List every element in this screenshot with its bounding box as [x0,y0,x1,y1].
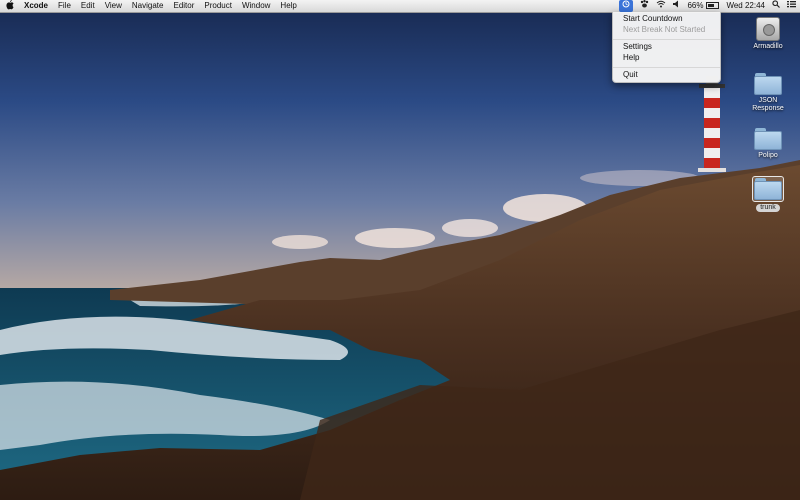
menu-file[interactable]: File [58,0,71,14]
app-menu[interactable]: Xcode [24,0,48,14]
start-countdown-item[interactable]: Start Countdown [623,14,683,23]
desktop-icon-json-response[interactable]: JSON Response [738,73,798,113]
menu-window[interactable]: Window [242,0,270,14]
menu-editor[interactable]: Editor [173,0,194,14]
volume-icon[interactable] [673,0,680,12]
settings-item[interactable]: Settings [623,42,652,51]
menu-separator [613,39,720,40]
menu-view[interactable]: View [105,0,122,14]
next-break-status: Next Break Not Started [623,25,706,34]
menu-separator [613,67,720,68]
clock[interactable]: Wed 22:44 [726,0,765,12]
menu-edit[interactable]: Edit [81,0,95,14]
selection-highlight [752,176,784,202]
quit-item[interactable]: Quit [623,70,638,79]
help-item[interactable]: Help [623,53,639,62]
notification-center-icon[interactable] [787,0,796,12]
timer-icon[interactable] [619,0,634,12]
folder-icon [754,178,782,200]
menu-navigate[interactable]: Navigate [132,0,164,14]
desktop-icon-armadillo[interactable]: Armadillo [738,17,798,51]
apple-menu-icon[interactable] [6,0,14,14]
wifi-icon[interactable] [656,0,666,12]
desktop-icon-label: Polipo [758,152,778,159]
desktop-icon-trunk[interactable]: trunk [738,176,798,212]
folder-icon [754,73,782,95]
menu-help[interactable]: Help [280,0,296,14]
desktop-icon-polipo[interactable]: Polipo [738,128,798,160]
desktop-icon-label: trunk [756,204,780,212]
battery-icon[interactable] [706,0,720,12]
pawprint-icon[interactable] [640,0,649,12]
battery-percent[interactable]: 66% [687,0,703,12]
spotlight-search-icon[interactable] [772,0,780,12]
timer-status-menu: Start Countdown Next Break Not Started S… [612,12,721,83]
desktop-icon-label: Armadillo [753,43,783,50]
menu-product[interactable]: Product [204,0,232,14]
folder-icon [754,128,782,150]
desktop-icon-label: JSON Response [752,97,784,112]
hard-disk-icon [756,17,780,41]
